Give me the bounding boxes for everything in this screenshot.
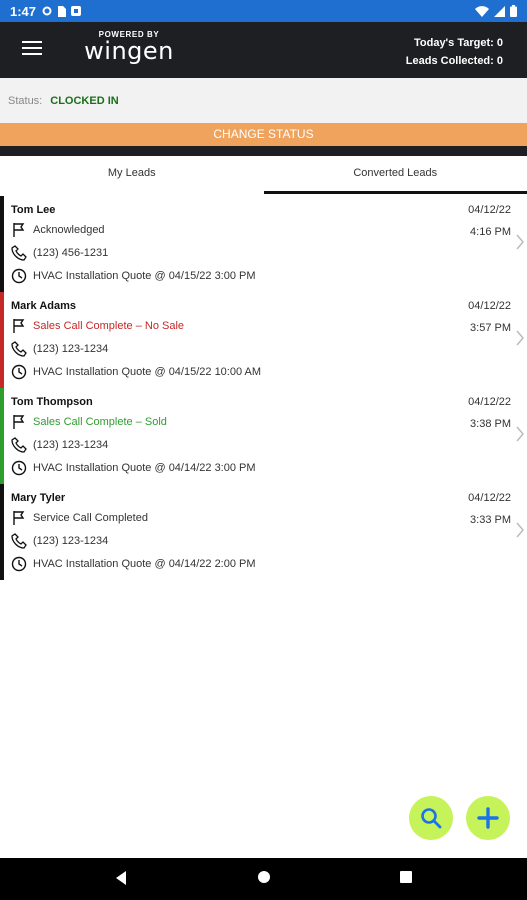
lead-phone: (123) 123-1234 (33, 439, 109, 451)
lead-phone-row: (123) 123-1234 (11, 437, 108, 453)
lead-phone: (123) 123-1234 (33, 343, 109, 355)
hamburger-icon[interactable] (22, 41, 42, 57)
flag-icon (13, 319, 25, 333)
status-value: CLOCKED IN (50, 94, 119, 107)
lead-time: 3:33 PM (470, 514, 511, 526)
lead-appointment-row: HVAC Installation Quote @ 04/15/22 3:00 … (11, 268, 256, 284)
lead-date: 04/12/22 (468, 396, 511, 408)
flag-icon (13, 223, 25, 237)
lead-date: 04/12/22 (468, 300, 511, 312)
lead-status: Service Call Completed (33, 512, 148, 524)
tab-my-leads[interactable]: My Leads (0, 156, 264, 194)
lead-phone: (123) 123-1234 (33, 535, 109, 547)
chevron-right-icon (516, 522, 524, 538)
lead-tabs: My Leads Converted Leads (0, 156, 527, 194)
search-icon (421, 808, 442, 829)
back-icon[interactable] (114, 870, 128, 886)
tab-converted-leads[interactable]: Converted Leads (263, 156, 527, 194)
lead-card[interactable]: Mark Adams 04/12/22 3:57 PM Sales Call C… (0, 292, 527, 388)
lead-name: Tom Lee (11, 204, 56, 216)
lead-appointment: HVAC Installation Quote @ 04/14/22 2:00 … (33, 558, 256, 570)
status-row: Status: CLOCKED IN (0, 78, 527, 123)
battery-icon (510, 5, 517, 17)
lead-time: 3:57 PM (470, 322, 511, 334)
lead-appointment: HVAC Installation Quote @ 04/15/22 10:00… (33, 366, 262, 378)
clock-icon (11, 364, 27, 380)
lead-time: 4:16 PM (470, 226, 511, 238)
lead-name: Mary Tyler (11, 492, 66, 504)
system-nav-bar (0, 858, 527, 900)
lead-status: Sales Call Complete – Sold (33, 416, 167, 428)
home-icon[interactable] (257, 870, 271, 884)
notification-icons (42, 5, 82, 17)
add-lead-button[interactable] (466, 796, 510, 840)
phone-icon (11, 437, 27, 453)
lead-phone-row: (123) 456-1231 (11, 245, 108, 261)
lead-appointment-row: HVAC Installation Quote @ 04/15/22 10:00… (11, 364, 261, 380)
lead-date: 04/12/22 (468, 204, 511, 216)
phone-icon (11, 533, 27, 549)
lead-date: 04/12/22 (468, 492, 511, 504)
app-bar: POWERED BY wingen Today's Target: 0 Lead… (0, 22, 527, 78)
lead-card[interactable]: Tom Lee 04/12/22 4:16 PM Acknowledged (1… (0, 196, 527, 292)
lead-status-row: Service Call Completed (11, 510, 148, 526)
cell-signal-icon (494, 5, 505, 17)
lead-name: Tom Thompson (11, 396, 93, 408)
clock-icon (11, 556, 27, 572)
lead-phone-row: (123) 123-1234 (11, 341, 108, 357)
wifi-icon (475, 5, 489, 17)
lead-appointment: HVAC Installation Quote @ 04/14/22 3:00 … (33, 462, 256, 474)
leads-list: Tom Lee 04/12/22 4:16 PM Acknowledged (1… (0, 196, 527, 580)
lead-status: Sales Call Complete – No Sale (33, 320, 185, 332)
lead-phone: (123) 456-1231 (33, 247, 109, 259)
chevron-right-icon (516, 234, 524, 250)
todays-target: Today's Target: 0 (413, 37, 503, 49)
lead-status-row: Sales Call Complete – No Sale (11, 318, 184, 334)
wingen-logo: wingen (84, 37, 174, 65)
recents-icon[interactable] (399, 870, 413, 884)
divider-strip (0, 146, 527, 156)
lead-time: 3:38 PM (470, 418, 511, 430)
flag-icon (13, 415, 25, 429)
status-label: Status: (8, 94, 43, 107)
system-status-bar: 1:47 (0, 0, 527, 22)
flag-icon (13, 511, 25, 525)
phone-icon (11, 245, 27, 261)
brand-logo: POWERED BY wingen (84, 30, 174, 65)
target-summary: Today's Target: 0 Leads Collected: 0 (406, 34, 503, 70)
lead-status-row: Acknowledged (11, 222, 105, 238)
lead-card[interactable]: Mary Tyler 04/12/22 3:33 PM Service Call… (0, 484, 527, 580)
lead-status-row: Sales Call Complete – Sold (11, 414, 167, 430)
change-status-button[interactable]: CHANGE STATUS (0, 123, 527, 146)
clock-icon (11, 268, 27, 284)
lead-appointment-row: HVAC Installation Quote @ 04/14/22 3:00 … (11, 460, 256, 476)
chevron-right-icon (516, 426, 524, 442)
lead-name: Mark Adams (11, 300, 77, 312)
sim-icon (58, 5, 67, 17)
search-button[interactable] (409, 796, 453, 840)
lead-card[interactable]: Tom Thompson 04/12/22 3:38 PM Sales Call… (0, 388, 527, 484)
lead-appointment-row: HVAC Installation Quote @ 04/14/22 2:00 … (11, 556, 256, 572)
plus-icon (477, 807, 499, 829)
system-indicators (475, 5, 517, 17)
settings-icon (42, 6, 52, 16)
app-notification-icon (71, 6, 82, 16)
lead-status: Acknowledged (33, 224, 105, 236)
chevron-right-icon (516, 330, 524, 346)
phone-icon (11, 341, 27, 357)
clock-time: 1:47 (10, 3, 37, 19)
lead-phone-row: (123) 123-1234 (11, 533, 108, 549)
leads-collected: Leads Collected: 0 (405, 55, 503, 67)
clock-icon (11, 460, 27, 476)
lead-appointment: HVAC Installation Quote @ 04/15/22 3:00 … (33, 270, 256, 282)
